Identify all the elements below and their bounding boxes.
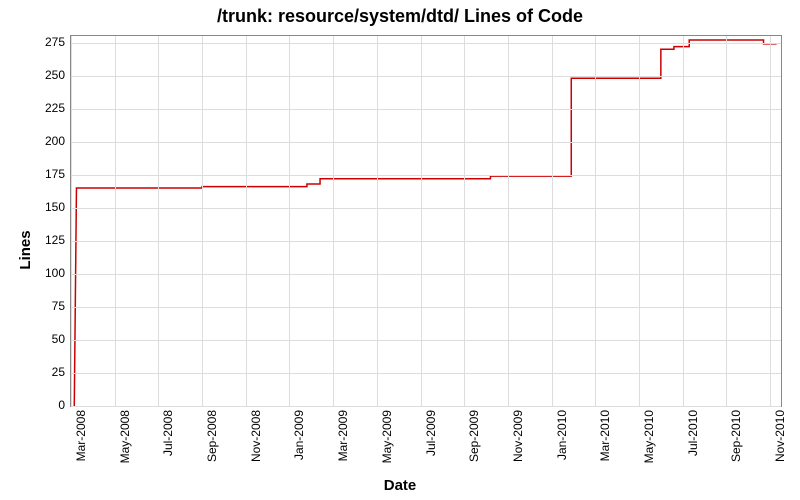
x-tick-label: Sep-2009	[467, 410, 481, 462]
gridline-v	[115, 36, 116, 406]
x-tick-label: Jan-2009	[292, 410, 306, 460]
x-tick-label: Jul-2010	[686, 410, 700, 456]
x-tick-label: Mar-2009	[336, 410, 350, 461]
gridline-v	[683, 36, 684, 406]
x-tick-label: Jul-2008	[161, 410, 175, 456]
x-tick-label: May-2010	[642, 410, 656, 463]
gridline-h	[71, 175, 781, 176]
gridline-h	[71, 307, 781, 308]
y-tick-label: 200	[5, 134, 65, 148]
y-tick-label: 0	[5, 398, 65, 412]
gridline-v	[246, 36, 247, 406]
x-tick-label: Mar-2008	[74, 410, 88, 461]
y-tick-label: 125	[5, 233, 65, 247]
y-tick-label: 275	[5, 35, 65, 49]
gridline-v	[508, 36, 509, 406]
x-tick-label: Sep-2010	[729, 410, 743, 462]
x-tick-label: Nov-2009	[511, 410, 525, 462]
gridline-v	[726, 36, 727, 406]
y-tick-label: 25	[5, 365, 65, 379]
gridline-v	[71, 36, 72, 406]
y-tick-label: 225	[5, 101, 65, 115]
gridline-v	[377, 36, 378, 406]
gridline-v	[464, 36, 465, 406]
gridline-v	[421, 36, 422, 406]
gridline-v	[595, 36, 596, 406]
x-tick-label: May-2009	[380, 410, 394, 463]
gridline-h	[71, 241, 781, 242]
gridline-v	[552, 36, 553, 406]
gridline-h	[71, 208, 781, 209]
y-tick-label: 250	[5, 68, 65, 82]
gridline-v	[333, 36, 334, 406]
gridline-v	[158, 36, 159, 406]
gridline-v	[639, 36, 640, 406]
gridline-h	[71, 340, 781, 341]
x-tick-label: May-2008	[118, 410, 132, 463]
x-tick-label: Sep-2008	[205, 410, 219, 462]
x-tick-label: Nov-2010	[773, 410, 787, 462]
gridline-h	[71, 76, 781, 77]
gridline-h	[71, 142, 781, 143]
x-tick-label: Jul-2009	[424, 410, 438, 456]
line-layer	[71, 36, 781, 406]
y-tick-label: 100	[5, 266, 65, 280]
chart-title: /trunk: resource/system/dtd/ Lines of Co…	[0, 6, 800, 27]
gridline-h	[71, 274, 781, 275]
x-tick-label: Nov-2008	[249, 410, 263, 462]
gridline-v	[202, 36, 203, 406]
y-tick-label: 150	[5, 200, 65, 214]
gridline-v	[770, 36, 771, 406]
x-tick-label: Jan-2010	[555, 410, 569, 460]
chart-root: /trunk: resource/system/dtd/ Lines of Co…	[0, 0, 800, 500]
x-axis-label: Date	[0, 477, 800, 494]
gridline-h	[71, 406, 781, 407]
gridline-h	[71, 43, 781, 44]
series-line	[74, 40, 776, 406]
gridline-h	[71, 109, 781, 110]
plot-area	[70, 35, 782, 407]
x-tick-label: Mar-2010	[598, 410, 612, 461]
gridline-h	[71, 373, 781, 374]
y-tick-label: 175	[5, 167, 65, 181]
y-tick-label: 50	[5, 332, 65, 346]
gridline-v	[289, 36, 290, 406]
y-tick-label: 75	[5, 299, 65, 313]
